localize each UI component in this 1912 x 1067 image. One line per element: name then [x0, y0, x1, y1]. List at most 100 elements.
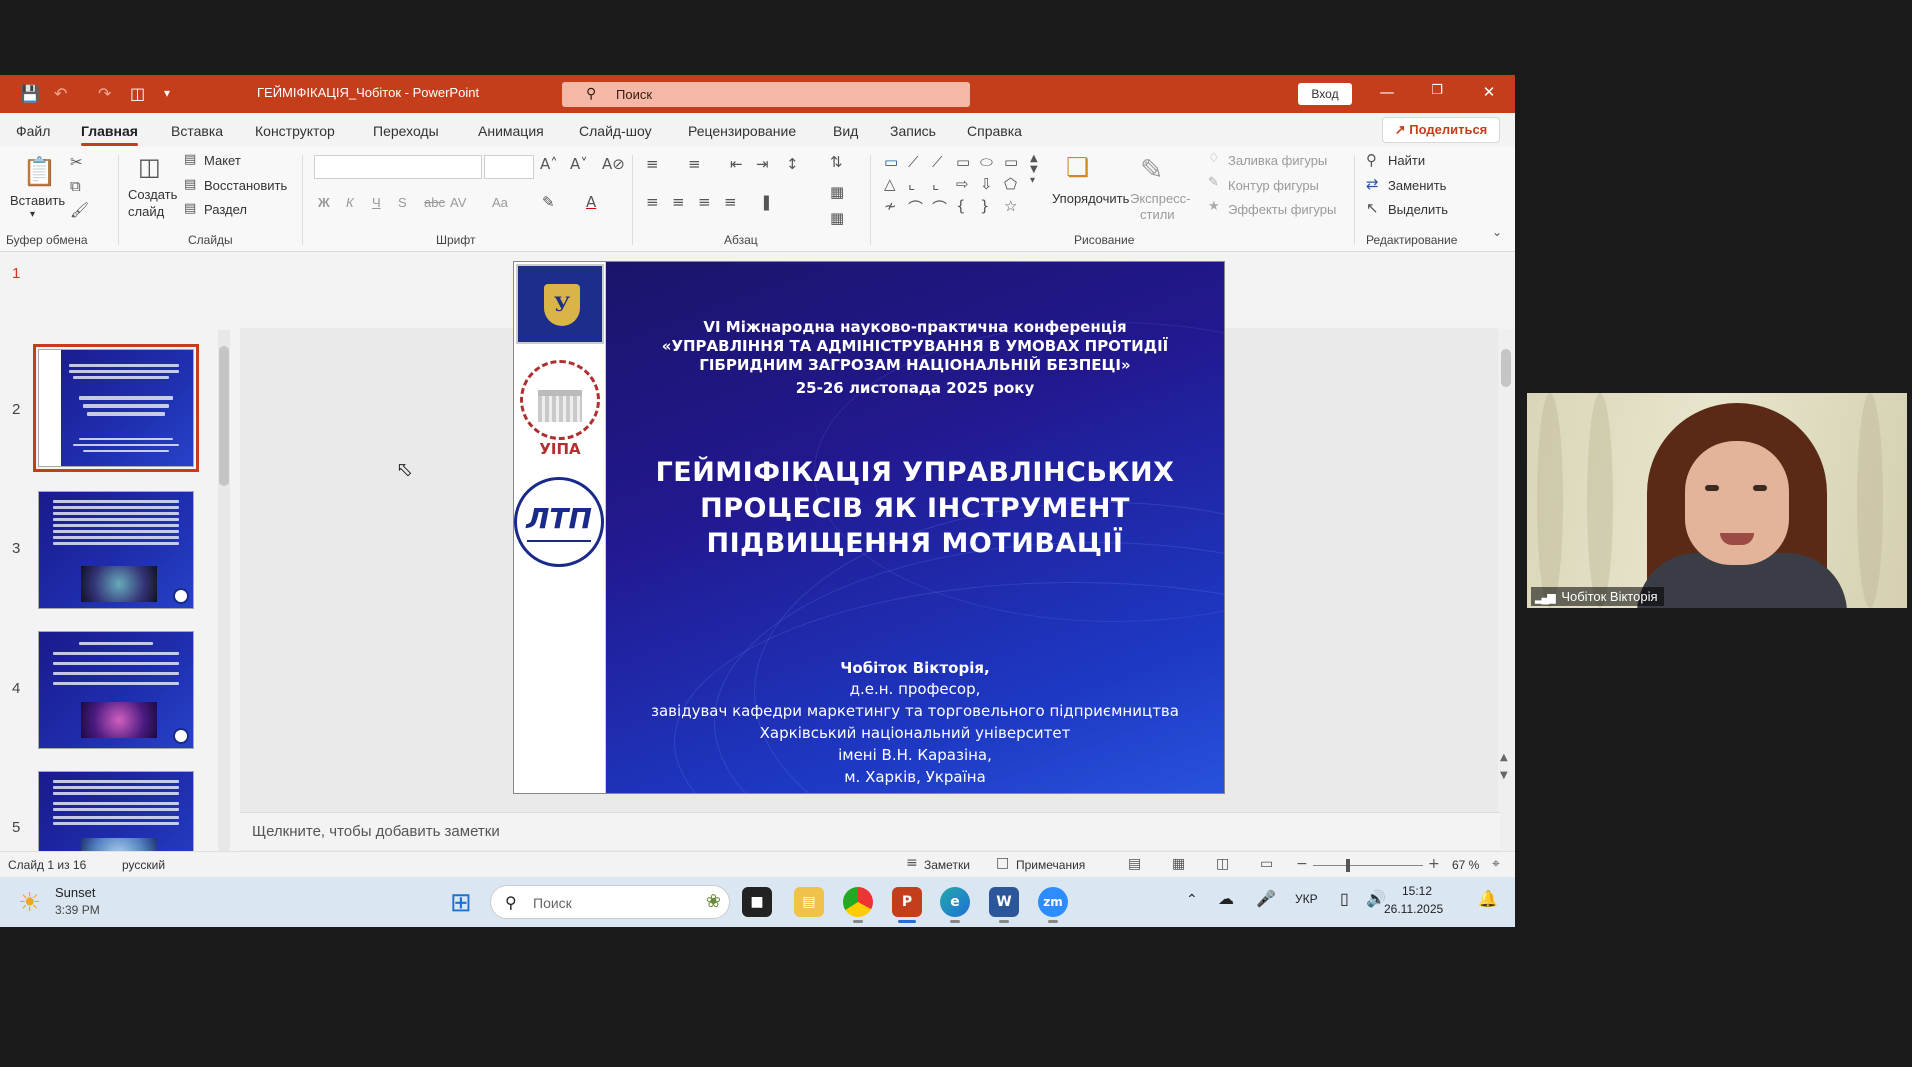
- bold-button[interactable]: Ж: [318, 195, 330, 210]
- save-icon[interactable]: 💾: [20, 84, 40, 103]
- reset-button[interactable]: Восстановить: [204, 178, 287, 193]
- layout-button[interactable]: Макет: [204, 153, 241, 168]
- select-button[interactable]: Выделить: [1388, 202, 1448, 217]
- shape-fill-button[interactable]: Заливка фигуры: [1228, 153, 1327, 168]
- section-button[interactable]: Раздел: [204, 202, 247, 217]
- highlight-icon[interactable]: ✎: [542, 193, 555, 211]
- webcam-video[interactable]: ▂▄▆ Чобіток Вікторія: [1527, 393, 1907, 608]
- tab-animations[interactable]: Анимация: [478, 123, 544, 139]
- tab-transitions[interactable]: Переходы: [373, 123, 439, 139]
- curve-shape-icon[interactable]: ≁: [884, 197, 897, 215]
- slide-thumbnail-1[interactable]: [33, 344, 199, 472]
- gallery-more-icon[interactable]: ▲ ▼ ▾: [1030, 153, 1038, 186]
- edge-icon[interactable]: e: [940, 887, 970, 923]
- restore-icon[interactable]: ❐: [1422, 83, 1452, 98]
- numbering-icon[interactable]: ≡: [688, 155, 701, 173]
- arrow-down-shape-icon[interactable]: ⇩: [980, 175, 993, 193]
- tab-design[interactable]: Конструктор: [255, 123, 335, 139]
- paste-dropdown-icon[interactable]: ▾: [30, 209, 35, 220]
- rectangle-shape-icon[interactable]: ▭: [956, 153, 970, 171]
- shapes-gallery[interactable]: ▭ ⟋ ⟋ ▭ ⬭ ▭ △ ⌞ ⌞ ⇨ ⇩ ⬠ ≁ ⌒ ⌒ { } ☆: [882, 153, 1028, 219]
- tab-home[interactable]: Главная: [81, 123, 138, 146]
- brace-close-icon[interactable]: }: [980, 197, 990, 215]
- bullets-icon[interactable]: ≡: [646, 155, 659, 173]
- prev-slide-icon[interactable]: ▲: [1500, 752, 1508, 763]
- font-family-select[interactable]: [314, 155, 482, 179]
- line-shape-icon[interactable]: ⟋: [908, 153, 919, 171]
- powerpoint-icon[interactable]: P: [892, 887, 922, 923]
- pentagon-shape-icon[interactable]: ⬠: [1004, 175, 1017, 193]
- keyboard-language[interactable]: УКР: [1295, 892, 1318, 906]
- clock-time[interactable]: 15:12: [1402, 884, 1432, 898]
- arrange-button[interactable]: Упорядочить: [1052, 191, 1129, 206]
- network-icon[interactable]: ▯: [1340, 889, 1349, 909]
- tab-review[interactable]: Рецензирование: [688, 123, 796, 139]
- brace-open-icon[interactable]: {: [956, 197, 966, 215]
- clock-date[interactable]: 26.11.2025: [1384, 902, 1443, 916]
- zoom-slider[interactable]: [1313, 865, 1423, 866]
- scroll-thumb[interactable]: [1501, 349, 1511, 387]
- tab-insert[interactable]: Вставка: [171, 123, 223, 139]
- canvas-scrollbar[interactable]: [1498, 329, 1514, 869]
- slideshow-icon[interactable]: ▭: [1260, 856, 1273, 872]
- shape-outline-button[interactable]: Контур фигуры: [1228, 178, 1319, 193]
- sign-in-button[interactable]: Вход: [1298, 83, 1352, 105]
- tab-slideshow[interactable]: Слайд-шоу: [579, 123, 652, 139]
- chrome-icon[interactable]: [843, 887, 873, 923]
- undo-icon[interactable]: ↶: [54, 84, 67, 103]
- textbox-shape-icon[interactable]: ▭: [884, 153, 898, 171]
- elbow-connector-icon[interactable]: ⌞: [932, 175, 939, 193]
- decrease-indent-icon[interactable]: ⇤: [730, 155, 743, 173]
- rounded-rect-shape-icon[interactable]: ▭: [1004, 153, 1018, 171]
- copy-icon[interactable]: ⧉: [70, 177, 81, 195]
- taskbar-search-input[interactable]: ⚲ Поиск ❀: [490, 885, 730, 919]
- show-hidden-icons-icon[interactable]: ⌃: [1186, 891, 1198, 908]
- file-explorer-icon[interactable]: ▤: [794, 887, 824, 917]
- smartart-icon[interactable]: ▦: [830, 209, 844, 227]
- shape-effects-button[interactable]: Эффекты фигуры: [1228, 202, 1336, 217]
- reading-view-icon[interactable]: ◫: [1216, 856, 1229, 872]
- star-shape-icon[interactable]: ☆: [1004, 197, 1017, 215]
- notifications-icon[interactable]: 🔔: [1478, 889, 1498, 909]
- zoom-slider-knob[interactable]: [1345, 859, 1350, 872]
- windows-start-icon[interactable]: ⊞: [450, 887, 472, 918]
- notes-button[interactable]: Заметки: [924, 858, 970, 872]
- char-spacing-button[interactable]: AV: [450, 195, 466, 210]
- new-slide-button[interactable]: Создать: [128, 187, 177, 202]
- close-icon[interactable]: ✕: [1474, 83, 1504, 101]
- word-icon[interactable]: W: [989, 887, 1019, 923]
- align-right-icon[interactable]: ≡: [698, 193, 711, 211]
- change-case-button[interactable]: Aa: [492, 195, 508, 210]
- customize-toolbar-icon[interactable]: ▾: [164, 86, 170, 100]
- presentation-start-icon[interactable]: ◫: [130, 84, 145, 103]
- current-slide[interactable]: У УІПА ЛТП VI Міжнародна науково-практич…: [513, 261, 1225, 794]
- language-indicator[interactable]: русский: [122, 858, 165, 872]
- shadow-button[interactable]: S: [398, 195, 407, 210]
- text-direction-icon[interactable]: ⇅: [830, 153, 843, 171]
- volume-icon[interactable]: 🔊: [1366, 889, 1386, 909]
- collapse-ribbon-icon[interactable]: ⌄: [1492, 225, 1502, 239]
- zoom-in-icon[interactable]: +: [1428, 856, 1440, 872]
- microphone-icon[interactable]: 🎤: [1256, 889, 1276, 909]
- arc-shape-icon[interactable]: ⌒: [908, 197, 923, 218]
- zoom-out-icon[interactable]: −: [1296, 856, 1308, 872]
- italic-button[interactable]: К: [346, 195, 354, 210]
- zoom-app-icon[interactable]: zm: [1038, 887, 1068, 923]
- arc-shape-icon[interactable]: ⌒: [932, 197, 947, 218]
- increase-indent-icon[interactable]: ⇥: [756, 155, 769, 173]
- arrange-icon[interactable]: ❏: [1066, 153, 1089, 183]
- minimize-icon[interactable]: —: [1372, 83, 1402, 101]
- format-painter-icon[interactable]: 🖌: [70, 201, 89, 219]
- paste-icon[interactable]: 📋: [22, 155, 57, 188]
- clear-format-icon[interactable]: A⊘: [602, 155, 625, 173]
- columns-icon[interactable]: ❚: [760, 193, 773, 211]
- line-shape-icon[interactable]: ⟋: [932, 153, 943, 171]
- font-size-select[interactable]: [484, 155, 534, 179]
- tab-help[interactable]: Справка: [967, 123, 1022, 139]
- quick-styles-icon[interactable]: ✎: [1140, 153, 1163, 186]
- strikethrough-icon[interactable]: abc: [424, 195, 445, 210]
- replace-button[interactable]: Заменить: [1388, 178, 1446, 193]
- cut-icon[interactable]: ✂: [70, 153, 83, 171]
- arrow-right-shape-icon[interactable]: ⇨: [956, 175, 969, 193]
- scroll-thumb[interactable]: [219, 346, 229, 486]
